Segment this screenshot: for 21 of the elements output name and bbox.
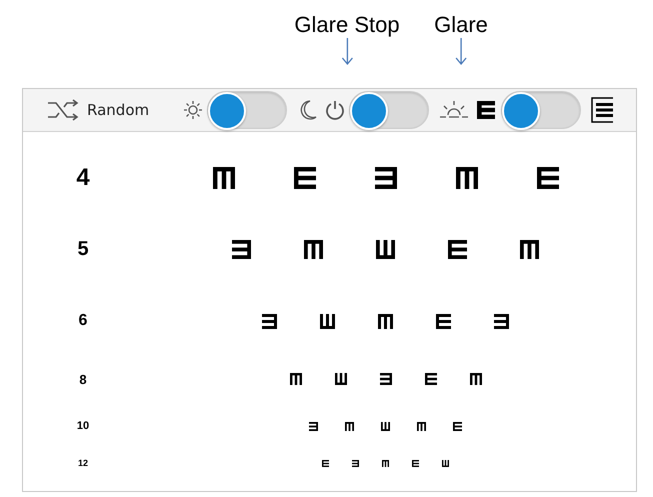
row-label: 6: [78, 312, 88, 330]
sun-icon: [183, 100, 204, 120]
callout-label: Glare: [434, 12, 488, 38]
framed-e-icon: [591, 97, 614, 123]
sunrise-icon: [439, 100, 470, 120]
toggle-switch[interactable]: [349, 91, 430, 129]
toggle-switch[interactable]: [501, 91, 582, 129]
power-icon: [325, 99, 346, 121]
arrow-icon: [341, 38, 353, 66]
row-label: 10: [76, 420, 90, 432]
toggle-switch[interactable]: [207, 91, 288, 129]
e-icon: [477, 101, 496, 119]
moon-icon: [299, 99, 318, 121]
callout-label: Glare Stop: [294, 12, 400, 38]
row-label: 5: [77, 238, 89, 260]
shuffle-icon: [47, 99, 79, 121]
row-label: 8: [79, 372, 87, 386]
random-button[interactable]: Random: [47, 99, 150, 121]
arrow-icon: [455, 38, 467, 66]
row-label: 4: [76, 164, 90, 192]
row-label: 12: [78, 458, 88, 468]
